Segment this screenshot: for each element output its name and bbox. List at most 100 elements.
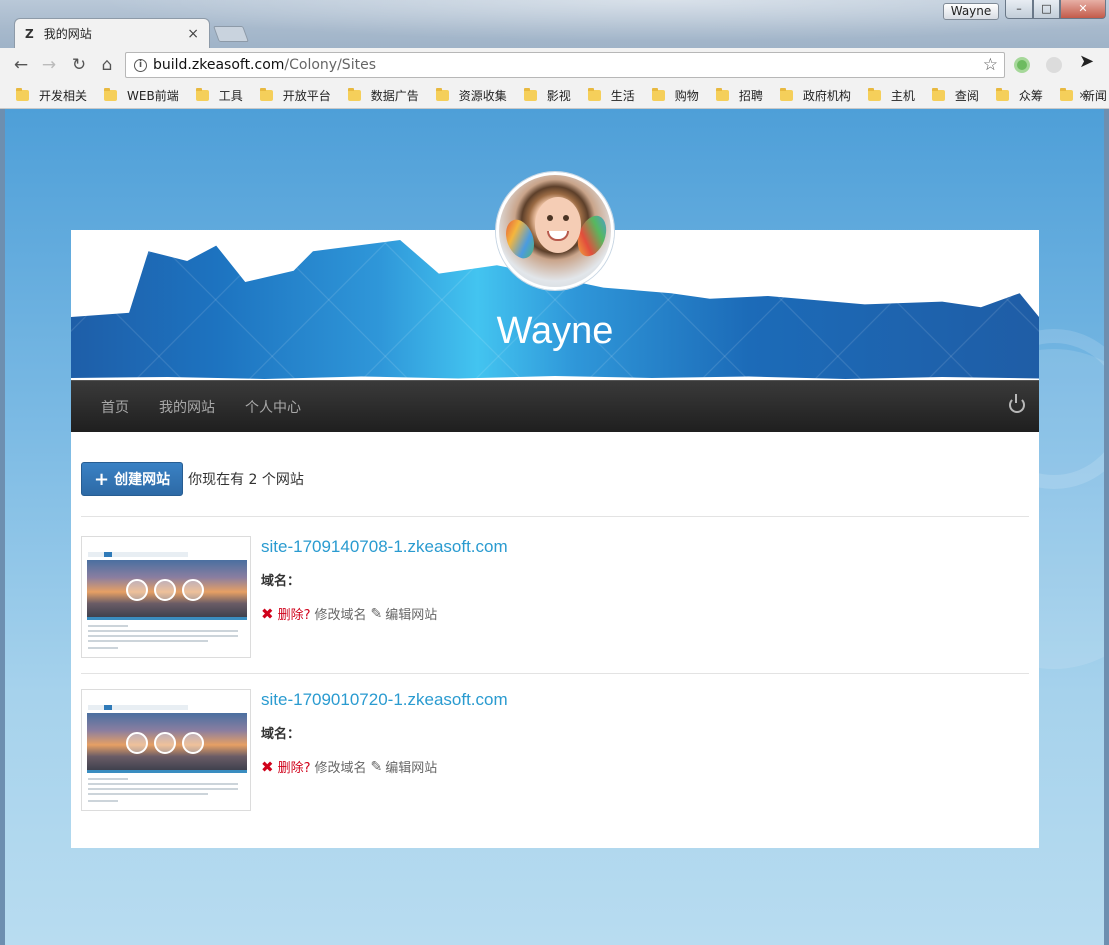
edit-domain-link[interactable]: 修改域名 — [314, 757, 366, 776]
bookmark-item[interactable]: 工具 — [195, 87, 243, 104]
bookmark-label: WEB前端 — [127, 88, 179, 103]
main-navbar: 首页 我的网站 个人中心 — [71, 380, 1039, 432]
thumbnail-mobile-icon — [182, 732, 204, 754]
edit-domain-link[interactable]: 修改域名 — [314, 604, 366, 623]
info-icon[interactable]: i — [134, 58, 147, 72]
profile-button[interactable]: Wayne — [943, 3, 999, 20]
bookmark-label: 数据广告 — [370, 88, 419, 103]
bookmark-label: 购物 — [674, 88, 699, 103]
reload-icon[interactable]: ↻ — [68, 54, 90, 76]
create-row: + 创建网站 你现在有 2 个网站 — [81, 462, 304, 496]
address-bar[interactable]: i build.zkeasoft.com/Colony/Sites ☆ — [125, 52, 1005, 78]
bookmark-item[interactable]: 影视 — [523, 87, 571, 104]
bookmark-item[interactable]: 购物 — [651, 87, 699, 104]
edit-site-link[interactable]: 编辑网站 — [385, 604, 437, 623]
new-tab-button[interactable] — [213, 26, 249, 42]
folder-icon — [587, 87, 601, 101]
folder-icon — [995, 87, 1009, 101]
bookmark-item[interactable]: 资源收集 — [435, 87, 507, 104]
tab-title: 我的网站 — [43, 27, 92, 41]
delete-site-link[interactable]: 删除? — [278, 757, 311, 776]
folder-icon — [867, 87, 881, 101]
mouse-cursor-icon: ➤ — [1079, 51, 1095, 72]
back-icon[interactable]: ← — [10, 54, 32, 76]
bookmark-item[interactable]: 生活 — [587, 87, 635, 104]
bookmark-label: 开放平台 — [282, 88, 331, 103]
folder-icon — [195, 87, 209, 101]
thumbnail-text-line — [88, 635, 238, 637]
delete-icon[interactable]: ✖ — [261, 605, 274, 623]
folder-icon — [715, 87, 729, 101]
thumbnail-bar — [87, 770, 247, 773]
bookmark-label: 查阅 — [954, 88, 979, 103]
site-name-link[interactable]: site-1709140708-1.zkeasoft.com — [261, 537, 508, 557]
thumbnail-text-line — [88, 783, 238, 785]
bookmark-star-icon[interactable]: ☆ — [983, 55, 998, 75]
bookmark-item[interactable]: 众筹 — [995, 87, 1043, 104]
close-window-button[interactable]: ✕ — [1060, 0, 1106, 19]
site-count-text: 你现在有 2 个网站 — [188, 472, 304, 488]
avatar-eye — [563, 215, 569, 221]
bookmark-label: 工具 — [218, 88, 243, 103]
thumbnail-nav — [88, 705, 188, 710]
avatar-eye — [547, 215, 553, 221]
bookmark-label: 政府机构 — [802, 88, 851, 103]
divider — [81, 516, 1029, 517]
bookmark-item[interactable]: 开放平台 — [259, 87, 331, 104]
bookmark-item[interactable]: WEB前端 — [104, 87, 179, 104]
nav-item-home[interactable]: 首页 — [101, 397, 129, 417]
bookmark-item[interactable]: 数据广告 — [347, 87, 419, 104]
domain-label: 域名： — [261, 727, 301, 742]
url-path: /Colony/Sites — [284, 57, 376, 73]
create-site-button[interactable]: + 创建网站 — [81, 462, 184, 496]
thumbnail-mobile-icon — [182, 579, 204, 601]
folder-icon — [435, 87, 449, 101]
power-icon[interactable] — [1009, 394, 1025, 413]
nav-item-my-sites[interactable]: 我的网站 — [159, 397, 215, 417]
thumbnail-text-line — [88, 800, 118, 802]
folder-icon — [104, 87, 118, 101]
browser-tab[interactable]: Z 我的网站 × — [14, 18, 210, 48]
site-name-link[interactable]: site-1709010720-1.zkeasoft.com — [261, 690, 508, 710]
bookmark-label: 主机 — [890, 88, 915, 103]
site-actions: ✖ 删除? 修改域名 ✎ 编辑网站 — [261, 757, 437, 777]
bookmark-item[interactable]: 政府机构 — [779, 87, 851, 104]
bookmark-label: 影视 — [546, 88, 571, 103]
bookmark-item[interactable]: 查阅 — [931, 87, 979, 104]
pencil-icon[interactable]: ✎ — [371, 606, 383, 622]
bookmarks-more-icon[interactable]: » — [1079, 88, 1087, 103]
bookmark-item[interactable]: 招聘 — [715, 87, 763, 104]
folder-icon — [1059, 87, 1073, 101]
forward-icon[interactable]: → — [38, 54, 60, 76]
maximize-button[interactable]: □ — [1033, 0, 1060, 19]
bookmark-label: 资源收集 — [458, 88, 507, 103]
thumbnail-text-line — [88, 788, 238, 790]
tab-close-icon[interactable]: × — [187, 26, 199, 42]
bookmark-item[interactable]: 开发相关 — [16, 87, 87, 104]
page-background: Wayne 首页 我的网站 个人中心 + 创建网站 你现在有 2 个网站 sit… — [5, 109, 1104, 945]
nav-item-profile[interactable]: 个人中心 — [245, 397, 301, 417]
extension-gray-icon[interactable] — [1046, 57, 1062, 73]
folder-icon — [259, 87, 273, 101]
bookmark-item[interactable]: 主机 — [867, 87, 915, 104]
bookmark-label: 众筹 — [1018, 88, 1043, 103]
thumbnail-text-line — [88, 630, 238, 632]
profile-avatar[interactable] — [496, 172, 614, 290]
profile-name: Wayne — [496, 310, 614, 352]
site-thumbnail[interactable] — [81, 536, 251, 658]
thumbnail-monitor-icon — [126, 579, 148, 601]
pencil-icon[interactable]: ✎ — [371, 759, 383, 775]
minimize-button[interactable]: – — [1005, 0, 1033, 19]
edit-site-link[interactable]: 编辑网站 — [385, 757, 437, 776]
folder-icon — [347, 87, 361, 101]
thumbnail-text-line — [88, 647, 118, 649]
home-icon[interactable]: ⌂ — [96, 54, 118, 76]
plus-icon: + — [94, 468, 110, 490]
extension-green-icon[interactable] — [1014, 57, 1030, 73]
site-thumbnail[interactable] — [81, 689, 251, 811]
delete-icon[interactable]: ✖ — [261, 758, 274, 776]
delete-site-link[interactable]: 删除? — [278, 604, 311, 623]
window-titlebar: Z 我的网站 × Wayne – □ ✕ — [0, 0, 1109, 48]
create-site-label: 创建网站 — [114, 472, 171, 488]
thumbnail-tablet-icon — [154, 732, 176, 754]
